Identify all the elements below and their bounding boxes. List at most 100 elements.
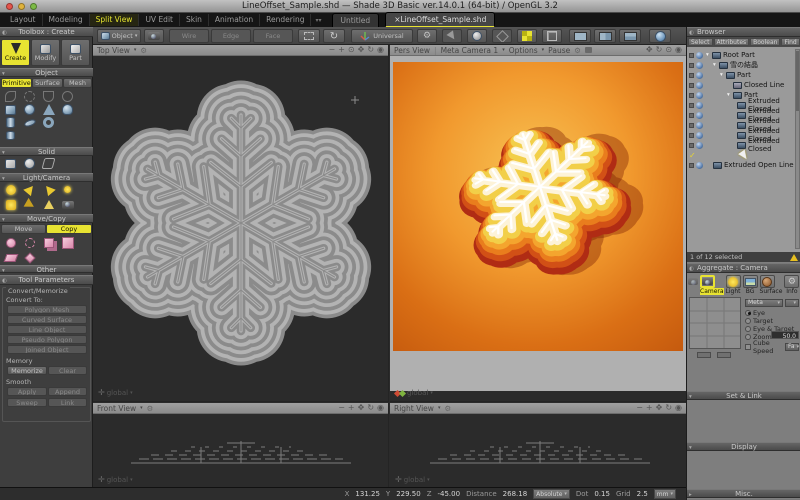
tree-item-part[interactable]: ▾Part	[687, 70, 800, 80]
workspace-tab-split-view[interactable]: Split View	[90, 14, 140, 26]
cube-speed-row[interactable]: Cube SpeedFa	[745, 342, 799, 351]
workspace-tab-modeling[interactable]: Modeling	[43, 14, 90, 26]
zoom-radio[interactable]	[745, 334, 751, 340]
options-menu[interactable]: Options	[509, 46, 538, 55]
front-pan-icon[interactable]: ✥	[358, 403, 365, 413]
viewport-right[interactable]: Right View▾ ⚙ −+✥↻◉ ✛global▾	[390, 403, 686, 487]
modify-mode-button[interactable]: Modify	[31, 39, 60, 66]
spotlight-tool-icon[interactable]	[20, 183, 39, 196]
layout-quad-button[interactable]	[594, 29, 616, 43]
pan-icon[interactable]: ✥	[358, 45, 365, 55]
arc-tool-icon[interactable]	[39, 90, 58, 103]
visibility-toggle[interactable]	[689, 123, 694, 128]
visibility-toggle[interactable]	[689, 83, 694, 88]
camera-toolbar-button[interactable]	[144, 29, 164, 43]
smooth-sweep-button[interactable]: Sweep	[7, 398, 47, 407]
display-section-header[interactable]: ▾Display	[687, 442, 800, 451]
magnify-transform-icon[interactable]	[1, 236, 20, 249]
workspace-tab-layout[interactable]: Layout	[4, 14, 43, 26]
meta-dropdown[interactable]: Meta	[745, 299, 783, 307]
tree-item-extruded-open-line[interactable]: Extruded Open Line	[687, 160, 800, 170]
orbit-icon[interactable]: ↻	[367, 45, 374, 55]
move-copy-section-header[interactable]: ▾Move/Copy	[0, 214, 93, 223]
smooth-append-button[interactable]: Append	[48, 387, 87, 396]
document-tab-active[interactable]: ×LineOffset_Sample.shd	[385, 12, 495, 28]
shaded-sphere-button[interactable]	[467, 29, 487, 43]
front-view-axis-widget[interactable]: ✛global▾	[98, 475, 133, 484]
sphere-tool-icon[interactable]	[20, 103, 39, 116]
pointer-tool-button[interactable]	[442, 29, 462, 43]
right-zoom-out-icon[interactable]: −	[636, 403, 643, 413]
torus-tool-icon[interactable]	[39, 116, 58, 129]
directional-light-tool-icon[interactable]	[20, 198, 39, 211]
tab-primitive[interactable]: Primitive	[1, 78, 32, 88]
move-tab[interactable]: Move	[1, 224, 46, 234]
create-mode-button[interactable]: Create	[1, 39, 30, 66]
convert-line-object-button[interactable]: Line Object	[7, 325, 87, 334]
universal-manipulator-button[interactable]: Universal	[351, 29, 413, 43]
unit-dropdown[interactable]: mm	[654, 489, 676, 499]
aggregate-tab-camera[interactable]: Camera	[700, 275, 724, 295]
pers-pan-icon[interactable]: ✥	[646, 45, 653, 55]
visibility-toggle[interactable]	[689, 53, 694, 58]
disc-tool-icon[interactable]	[20, 116, 39, 129]
right-zoom-in-icon[interactable]: +	[646, 403, 653, 413]
workspace-tab-rendering[interactable]: Rendering	[260, 14, 311, 26]
magnify-icon[interactable]: ◉	[377, 45, 384, 55]
camera-tool-icon[interactable]	[58, 198, 77, 211]
cone-tool-icon[interactable]	[39, 103, 58, 116]
layout-single-button[interactable]	[569, 29, 591, 43]
cube-speed-dropdown[interactable]: Fa	[785, 343, 799, 351]
document-tab-untitled[interactable]: Untitled	[332, 13, 380, 27]
visibility-toggle[interactable]	[689, 143, 694, 148]
memorize-button[interactable]: Memorize	[7, 366, 47, 375]
right-view-axis-widget[interactable]: ✛global▾	[395, 475, 430, 484]
front-zoom-in-icon[interactable]: +	[348, 403, 355, 413]
workspace-tab-animation[interactable]: Animation	[209, 14, 260, 26]
browser-tab-attributes[interactable]: Attributes	[714, 38, 750, 46]
camera-selector[interactable]: Meta Camera 1	[441, 46, 499, 55]
curve-tool-icon[interactable]	[1, 90, 20, 103]
spotlight2-tool-icon[interactable]	[39, 183, 58, 196]
render-preview-button[interactable]	[649, 29, 671, 43]
zoom-fit-icon[interactable]: ⊙	[348, 45, 355, 55]
rounded-cube-tool-icon[interactable]	[1, 103, 20, 116]
pers-zoom-icon[interactable]: ⊙	[665, 45, 672, 55]
zoom-in-icon[interactable]: +	[338, 45, 345, 55]
visibility-toggle[interactable]	[689, 73, 694, 78]
object-mode-dropdown[interactable]: Object▾	[97, 29, 141, 43]
scale-transform-icon[interactable]	[58, 236, 77, 249]
top-view-settings-icon[interactable]: ⚙	[140, 46, 147, 55]
object-browser-tree[interactable]: ▾Root Part ▾雪の結晶 ▾Part Closed Line ▾Part…	[687, 47, 800, 252]
misc-section-header[interactable]: ▸Misc.	[687, 489, 800, 498]
cube-speed-checkbox[interactable]	[745, 344, 751, 350]
circle-tool-icon[interactable]	[58, 90, 77, 103]
clear-button[interactable]: Clear	[48, 366, 87, 375]
pause-button[interactable]: Pause	[548, 46, 570, 55]
coordinate-mode-dropdown[interactable]: Absolute	[533, 489, 570, 499]
spiral-tool-icon[interactable]	[20, 90, 39, 103]
solid-sweep-tool-icon[interactable]	[39, 157, 58, 170]
rotate-transform-icon[interactable]	[20, 236, 39, 249]
cone-light-tool-icon[interactable]	[39, 198, 58, 211]
pers-view-canvas[interactable]: global▾	[390, 45, 686, 391]
zoom-window-icon[interactable]	[30, 3, 37, 10]
visibility-toggle[interactable]	[689, 93, 694, 98]
shear-transform-icon[interactable]	[1, 251, 20, 264]
wireframe-cube-button[interactable]	[542, 29, 562, 43]
rotate-view-button[interactable]: ↻	[323, 29, 345, 43]
aggregate-tab-bg[interactable]: BG	[743, 275, 758, 295]
convert-joined-object-button[interactable]: Joined Object	[7, 345, 87, 354]
right-view-settings-icon[interactable]: ⚙	[444, 404, 451, 413]
preview-next-button[interactable]	[717, 352, 731, 358]
camera-cube-preview[interactable]	[689, 297, 741, 349]
workspace-tab-overflow-icon[interactable]: ▾▾	[311, 17, 325, 24]
smooth-apply-button[interactable]: Apply	[7, 387, 47, 396]
set-link-section-header[interactable]: ▾Set & Link	[687, 391, 800, 400]
top-view-axis-widget[interactable]: ✛global▾	[98, 388, 133, 397]
arealight-tool-icon[interactable]	[1, 198, 20, 211]
aggregate-tab-light[interactable]: Light	[726, 275, 741, 295]
right-pan-icon[interactable]: ✥	[656, 403, 663, 413]
aggregate-tab-info[interactable]: ⚙Info	[784, 275, 799, 295]
front-magnify-icon[interactable]: ◉	[377, 403, 384, 413]
